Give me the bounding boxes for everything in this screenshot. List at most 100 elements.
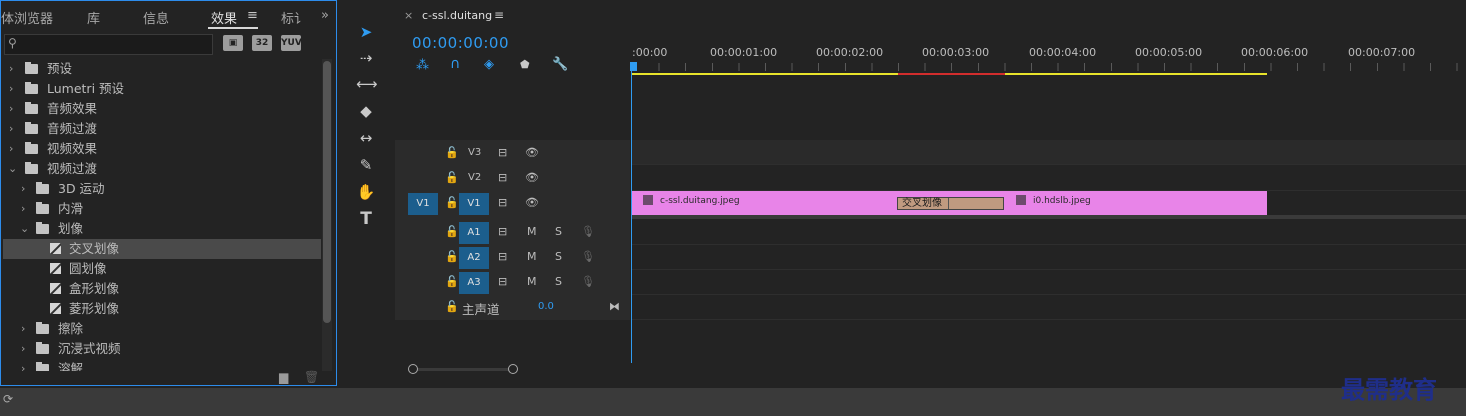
tree-item-iris[interactable]: ⌄ 划像 bbox=[3, 219, 321, 239]
lock-icon[interactable]: 🔓 bbox=[445, 196, 459, 209]
chevron-right-icon[interactable]: › bbox=[9, 59, 13, 79]
nest-icon[interactable]: ⁂ bbox=[416, 58, 429, 73]
tree-item-iris-round[interactable]: 圆划像 bbox=[3, 259, 321, 279]
track-target-v1[interactable]: V1 bbox=[459, 193, 489, 215]
tree-item-presets[interactable]: › 预设 bbox=[3, 59, 321, 79]
lock-icon[interactable]: 🔓 bbox=[445, 146, 459, 159]
chevron-right-icon[interactable]: › bbox=[9, 139, 13, 159]
tree-item-audio-effects[interactable]: › 音频效果 bbox=[3, 99, 321, 119]
ruler-ticks[interactable] bbox=[632, 63, 1466, 71]
eye-icon[interactable]: 👁 bbox=[525, 146, 539, 159]
lock-icon[interactable]: 🔓 bbox=[445, 225, 459, 238]
sequence-menu-icon[interactable]: ≡ bbox=[494, 8, 504, 22]
yuv-effects-icon[interactable]: YUV bbox=[281, 35, 302, 51]
32bit-effects-icon[interactable]: 32 bbox=[252, 35, 272, 51]
ripple-edit-tool-icon[interactable]: ⟷ bbox=[356, 74, 378, 94]
mute-button[interactable]: M bbox=[527, 225, 537, 238]
tree-item-video-transitions[interactable]: ⌄ 视频过渡 bbox=[3, 159, 321, 179]
track-lane-a3[interactable] bbox=[632, 270, 1466, 295]
sync-lock-icon[interactable]: ⊟ bbox=[498, 275, 507, 288]
lock-icon[interactable]: 🔓 bbox=[445, 300, 459, 313]
tree-item-slide[interactable]: › 内滑 bbox=[3, 199, 321, 219]
track-divider[interactable] bbox=[632, 215, 1466, 219]
lock-icon[interactable]: 🔓 bbox=[445, 171, 459, 184]
razor-tool-icon[interactable]: ◆ bbox=[356, 101, 376, 121]
master-volume-value[interactable]: 0.0 bbox=[538, 301, 554, 312]
eye-icon[interactable]: 👁 bbox=[525, 171, 539, 184]
sync-lock-icon[interactable]: ⊟ bbox=[498, 225, 507, 238]
solo-button[interactable]: S bbox=[555, 275, 562, 288]
chevron-right-icon[interactable]: › bbox=[21, 359, 25, 371]
tab-libraries[interactable]: 库 bbox=[87, 8, 100, 27]
microphone-icon[interactable]: 🎙 bbox=[581, 250, 595, 263]
track-target-a1[interactable]: A1 bbox=[459, 222, 489, 244]
tree-item-iris-box[interactable]: 盒形划像 bbox=[3, 279, 321, 299]
chevron-right-icon[interactable]: › bbox=[21, 179, 25, 199]
overflow-chevron-icon[interactable]: » bbox=[321, 8, 329, 23]
sync-lock-icon[interactable]: ⊟ bbox=[498, 171, 507, 184]
snap-icon[interactable]: ∩ bbox=[450, 56, 460, 72]
chevron-down-icon[interactable]: ⌄ bbox=[8, 159, 17, 179]
tree-item-lumetri-presets[interactable]: › Lumetri 预设 bbox=[3, 79, 321, 99]
track-select-tool-icon[interactable]: ⇢ bbox=[356, 48, 376, 68]
tree-item-cross-iris[interactable]: 交叉划像 bbox=[3, 239, 321, 259]
zoom-scrollbar[interactable] bbox=[412, 368, 512, 371]
new-bin-icon[interactable]: ▆ bbox=[279, 370, 288, 384]
tree-item-immersive-video[interactable]: › 沉浸式视频 bbox=[3, 339, 321, 359]
tree-scrollbar-thumb[interactable] bbox=[323, 61, 331, 323]
track-lane-a2[interactable] bbox=[632, 245, 1466, 270]
track-lane-a1[interactable] bbox=[632, 220, 1466, 245]
lock-icon[interactable]: 🔓 bbox=[445, 250, 459, 263]
chevron-right-icon[interactable]: › bbox=[9, 99, 13, 119]
eye-icon[interactable]: 👁 bbox=[525, 196, 539, 209]
chevron-right-icon[interactable]: › bbox=[21, 339, 25, 359]
mute-button[interactable]: M bbox=[527, 250, 537, 263]
chevron-right-icon[interactable]: › bbox=[9, 119, 13, 139]
playhead-handle[interactable] bbox=[630, 62, 637, 71]
chevron-right-icon[interactable]: › bbox=[21, 319, 25, 339]
lock-icon[interactable]: 🔓 bbox=[445, 275, 459, 288]
track-lane-v2[interactable] bbox=[632, 166, 1466, 191]
track-lane-master[interactable] bbox=[632, 295, 1466, 320]
solo-button[interactable]: S bbox=[555, 250, 562, 263]
chevron-right-icon[interactable]: › bbox=[21, 199, 25, 219]
sync-lock-icon[interactable]: ⊟ bbox=[498, 250, 507, 263]
tree-item-3d-motion[interactable]: › 3D 运动 bbox=[3, 179, 321, 199]
microphone-icon[interactable]: 🎙 bbox=[581, 275, 595, 288]
marker-icon[interactable]: ⬟ bbox=[520, 58, 530, 71]
tab-effects[interactable]: 效果 bbox=[211, 8, 237, 27]
chevron-right-icon[interactable]: › bbox=[9, 79, 13, 99]
track-target-a2[interactable]: A2 bbox=[459, 247, 489, 269]
sync-lock-icon[interactable]: ⊟ bbox=[498, 146, 507, 159]
search-input[interactable]: ⚲ bbox=[4, 34, 213, 55]
tree-item-wipe[interactable]: › 擦除 bbox=[3, 319, 321, 339]
sync-lock-icon[interactable]: ⊟ bbox=[498, 196, 507, 209]
hand-tool-icon[interactable]: ✋ bbox=[356, 182, 376, 202]
sequence-tab[interactable]: c-ssl.duitang bbox=[422, 9, 492, 22]
linked-selection-icon[interactable]: ◈ bbox=[484, 57, 494, 72]
accelerated-effects-icon[interactable]: ▣ bbox=[223, 35, 243, 51]
zoom-handle-left[interactable] bbox=[408, 364, 418, 374]
track-lane-v3[interactable] bbox=[632, 140, 1466, 165]
tab-markers[interactable]: 标讠 bbox=[281, 8, 307, 27]
track-target-a3[interactable]: A3 bbox=[459, 272, 489, 294]
zoom-handle-right[interactable] bbox=[508, 364, 518, 374]
pen-tool-icon[interactable]: ✎ bbox=[356, 155, 376, 175]
playhead-line[interactable] bbox=[631, 67, 632, 363]
solo-button[interactable]: S bbox=[555, 225, 562, 238]
sync-icon[interactable]: ⟳ bbox=[3, 392, 13, 406]
tree-item-dissolve[interactable]: › 溶解 bbox=[3, 359, 321, 371]
panel-menu-icon[interactable]: ≡ bbox=[247, 8, 258, 23]
source-patch-v1[interactable]: V1 bbox=[408, 193, 438, 215]
timecode-display[interactable]: 00:00:00:00 bbox=[412, 34, 509, 52]
type-tool-icon[interactable]: T bbox=[356, 209, 376, 229]
tree-item-video-effects[interactable]: › 视频效果 bbox=[3, 139, 321, 159]
chevron-down-icon[interactable]: ⌄ bbox=[20, 219, 29, 239]
microphone-icon[interactable]: 🎙 bbox=[581, 225, 595, 238]
wrench-icon[interactable]: 🔧 bbox=[552, 57, 568, 72]
slip-tool-icon[interactable]: ↔ bbox=[356, 128, 376, 148]
tab-media-browser[interactable]: 体浏览器 bbox=[1, 8, 53, 27]
mute-button[interactable]: M bbox=[527, 275, 537, 288]
selection-tool-icon[interactable]: ➤ bbox=[356, 22, 376, 42]
go-to-out-icon[interactable]: ⧓ bbox=[609, 300, 620, 313]
